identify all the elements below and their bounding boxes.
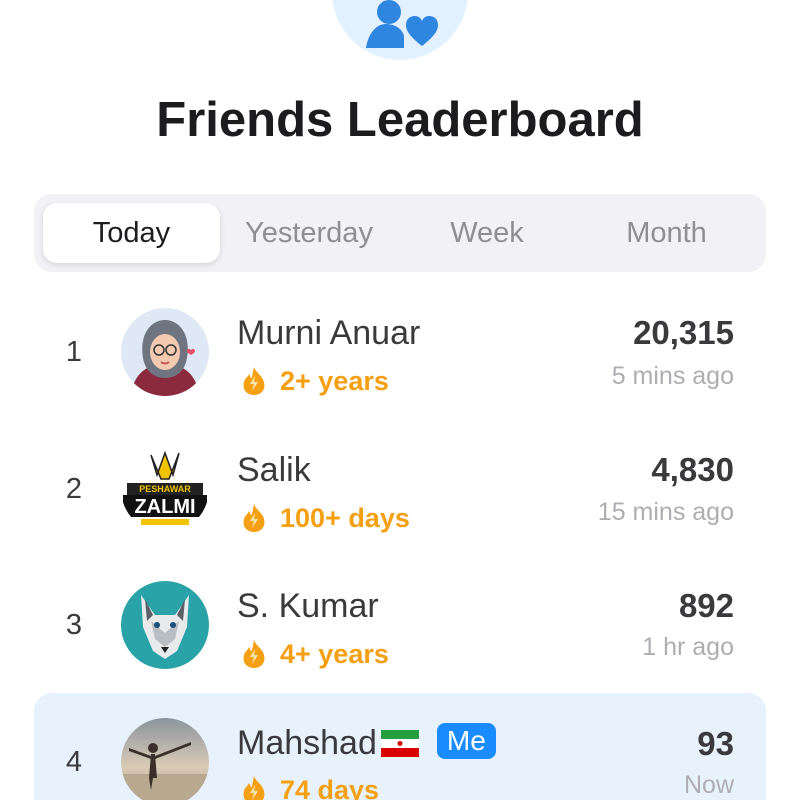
page-title: Friends Leaderboard bbox=[156, 93, 644, 147]
rank-number: 3 bbox=[65, 609, 83, 641]
tab-month[interactable]: Month bbox=[576, 203, 757, 263]
leaderboard-row-me[interactable]: 4 Mahshad Me 74 days 93 Now bbox=[34, 693, 766, 800]
friend-name: Mahshad bbox=[237, 724, 377, 762]
peshawar-zalmi-logo-avatar[interactable]: PESHAWAR ZALMI bbox=[121, 445, 209, 533]
flame-icon bbox=[243, 504, 265, 532]
streak-label: 74 days bbox=[280, 775, 380, 800]
svg-text:ZALMI: ZALMI bbox=[134, 496, 195, 518]
leaderboard-row-2[interactable]: 2 PESHAWAR ZALMI Salik 100+ days 4,830 1… bbox=[0, 420, 800, 556]
wolf-avatar[interactable] bbox=[121, 581, 209, 669]
me-badge: Me bbox=[436, 723, 496, 760]
streak-label: 100+ days bbox=[280, 503, 410, 533]
friends-heart-icon bbox=[332, 0, 468, 60]
score-value: 20,315 bbox=[633, 314, 734, 351]
friend-name: Salik bbox=[237, 451, 311, 489]
score-value: 4,830 bbox=[651, 451, 734, 488]
period-segmented-control: Today Yesterday Week Month bbox=[34, 194, 766, 272]
tab-today[interactable]: Today bbox=[43, 203, 220, 263]
rank-number: 4 bbox=[65, 746, 83, 778]
leaderboard-row-1[interactable]: 1 Murni Anuar 2+ years 20,315 5 mins ago bbox=[0, 284, 800, 420]
beach-photo-avatar[interactable] bbox=[121, 718, 209, 800]
streak-label: 4+ years bbox=[280, 639, 389, 669]
svg-text:PESHAWAR: PESHAWAR bbox=[139, 484, 191, 494]
flame-icon bbox=[243, 640, 265, 668]
hijab-girl-avatar[interactable] bbox=[121, 308, 209, 396]
rank-number: 2 bbox=[65, 473, 83, 505]
streak-label: 2+ years bbox=[280, 366, 389, 396]
flame-icon bbox=[243, 367, 265, 395]
leaderboard-screen: Friends Leaderboard Today Yesterday Week… bbox=[0, 0, 800, 800]
score-value: 93 bbox=[697, 725, 734, 762]
score-value: 892 bbox=[678, 587, 734, 624]
last-active-time: Now bbox=[683, 771, 734, 799]
leaderboard-row-3[interactable]: 3 S. Kumar 4+ years 892 1 hr ago bbox=[0, 557, 800, 693]
tab-yesterday[interactable]: Yesterday bbox=[220, 203, 398, 263]
last-active-time: 15 mins ago bbox=[597, 498, 734, 526]
friend-name-row: Mahshad Me bbox=[237, 723, 496, 763]
tab-week[interactable]: Week bbox=[398, 203, 576, 263]
friend-name: Murni Anuar bbox=[237, 314, 421, 352]
friend-name: S. Kumar bbox=[237, 587, 379, 625]
rank-number: 1 bbox=[65, 336, 83, 368]
last-active-time: 5 mins ago bbox=[611, 362, 734, 390]
last-active-time: 1 hr ago bbox=[642, 633, 734, 661]
iran-flag-icon bbox=[380, 729, 419, 757]
flame-icon bbox=[243, 776, 265, 800]
